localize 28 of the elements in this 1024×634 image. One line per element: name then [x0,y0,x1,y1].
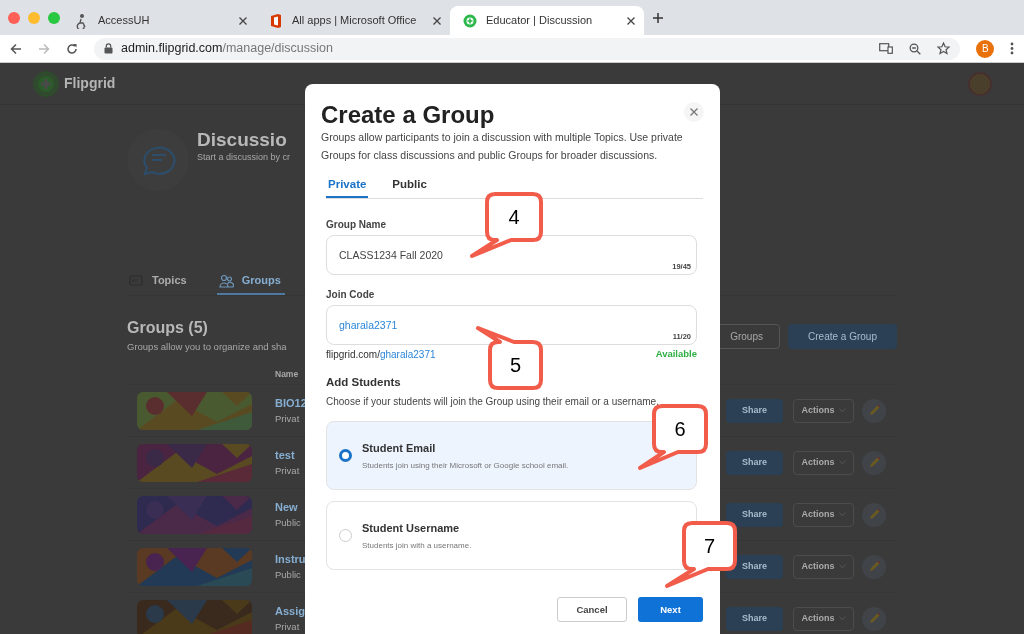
option-description: Students join using their Microsoft or Google school email. [362,460,569,472]
group-visibility: Privat [275,463,300,478]
dialog-title: Create a Group [321,100,495,130]
callout-number: 5 [508,353,523,377]
callout-number: 7 [702,534,717,558]
section-description: Choose if your students will join the Group using their email or a username. [326,395,660,410]
section-heading: Add Students [326,375,402,390]
group-visibility: Privat [275,619,301,634]
dialog-description: Groups allow participants to join a discussion with multiple Topics. Use private Groups for class discussions and public Groups for broader discussions. [321,130,684,163]
tab-title: Educator | Discussion [486,13,594,29]
option-title: Student Username [362,520,461,536]
brand-name: Flipgrid [64,74,116,93]
url-text: admin.flipgrid.com/manage/discussion [121,40,333,58]
availability-status: Available [655,347,697,361]
tab-title: All apps | Microsoft Office [292,13,418,29]
option-title: Student Email [362,440,437,456]
section-title: Groups (5) [127,318,209,338]
page-title: Discussio [197,129,288,151]
option-description: Students join with a username. [362,540,472,552]
group-visibility: Public [275,515,301,530]
section-description: Groups allow you to organize and sha [127,340,287,354]
tab-title: AccessUH [98,13,151,29]
group-visibility: Public [275,567,302,582]
column-header: Name [275,367,299,381]
callout-number: 4 [507,205,521,229]
group-visibility: Privat [275,411,301,426]
page-subtitle: Start a discussion by cr [197,151,291,164]
field-label: Join Code [326,288,376,299]
